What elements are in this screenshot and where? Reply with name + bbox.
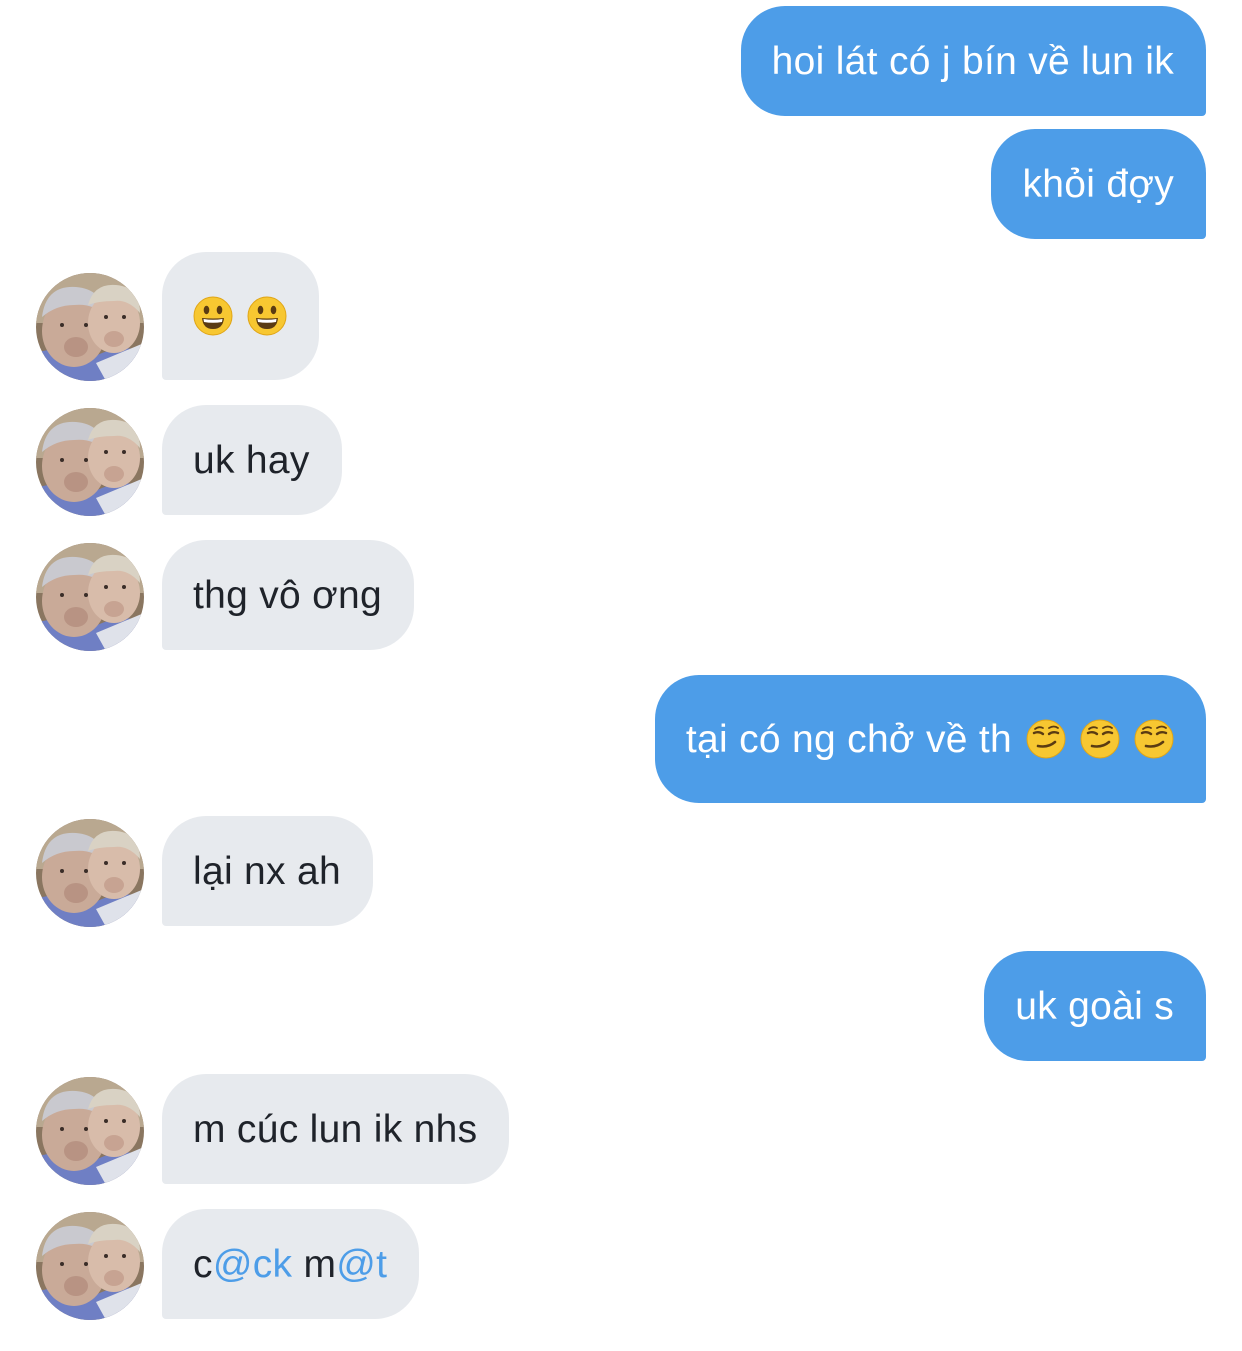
message-text: hoi lát có j bín về lun ik (771, 39, 1174, 83)
message-text: uk goài s (1015, 984, 1174, 1028)
contact-avatar[interactable] (36, 1077, 144, 1185)
message-text: khỏi đợy (1022, 162, 1174, 206)
incoming-message-bubble[interactable]: thg vô ơng (162, 540, 415, 650)
message-text: tại có ng chở về th (685, 717, 1012, 761)
message-text: thg vô ơng (193, 573, 383, 617)
incoming-message-bubble[interactable]: uk hay (162, 405, 342, 515)
contact-avatar[interactable] (36, 543, 144, 651)
incoming-message-bubble[interactable]: m cúc lun ik nhs (162, 1074, 510, 1184)
outgoing-message-bubble[interactable]: tại có ng chở về th (654, 675, 1206, 803)
contact-avatar[interactable] (36, 819, 144, 927)
message-text: c@ck m@t (193, 1245, 387, 1284)
grinning-face-emoji (247, 296, 287, 336)
incoming-message-bubble[interactable]: lại nx ah (162, 816, 373, 926)
contact-avatar[interactable] (36, 408, 144, 516)
contact-avatar[interactable] (36, 1212, 144, 1320)
incoming-message-bubble[interactable] (162, 252, 319, 380)
message-text-part: c (193, 1242, 213, 1286)
outgoing-message-bubble[interactable]: hoi lát có j bín về lun ik (740, 6, 1206, 116)
mention-link[interactable]: @t (336, 1243, 387, 1286)
smirking-face-emoji (1134, 719, 1174, 759)
contact-avatar[interactable] (36, 273, 144, 381)
smirking-face-emoji (1026, 719, 1066, 759)
smirking-face-emoji (1080, 719, 1120, 759)
incoming-message-bubble[interactable]: c@ck m@t (162, 1209, 420, 1319)
outgoing-message-bubble[interactable]: uk goài s (984, 951, 1206, 1061)
mention-link[interactable]: @ck (213, 1243, 293, 1286)
outgoing-message-bubble[interactable]: khỏi đợy (991, 129, 1206, 239)
message-text: uk hay (193, 438, 310, 482)
message-text: lại nx ah (193, 849, 341, 893)
grinning-face-emoji (193, 296, 233, 336)
message-text: m cúc lun ik nhs (193, 1107, 478, 1151)
message-text-part: m (292, 1242, 337, 1286)
